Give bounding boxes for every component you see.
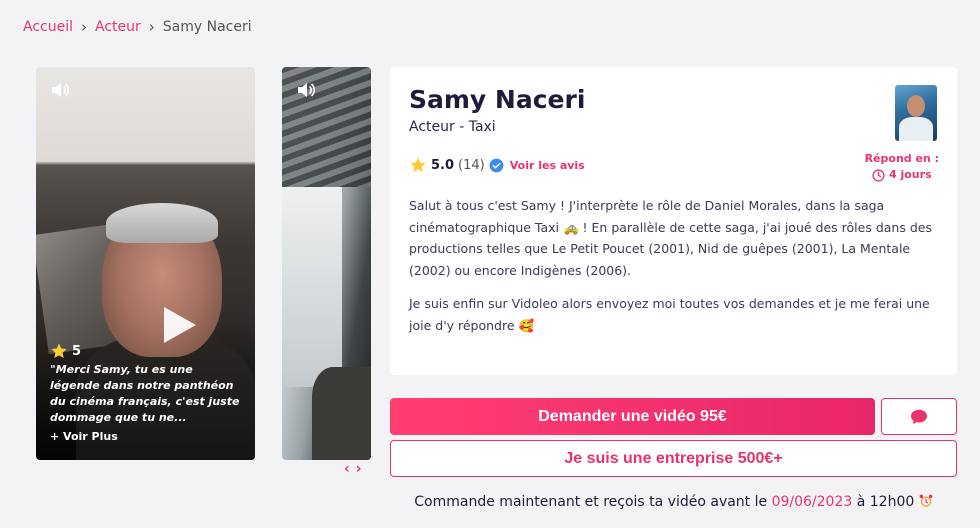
- message-button[interactable]: [881, 398, 957, 435]
- chevron-right-icon: ›: [81, 17, 87, 36]
- video-thumbnail-fabric: [282, 187, 342, 387]
- breadcrumb-home-link[interactable]: Accueil: [23, 19, 73, 35]
- video-card[interactable]: 5 "Merci Samy, tu es une légende dans no…: [36, 67, 255, 460]
- delivery-prefix: Commande maintenant et reçois ta vidéo a…: [414, 494, 768, 510]
- video-review-quote: "Merci Samy, tu es une légende dans notr…: [50, 363, 240, 424]
- verified-icon: [489, 158, 504, 172]
- response-time-value: 4 jours: [888, 168, 932, 181]
- carousel-nav: ‹ ›: [344, 461, 362, 477]
- speaker-icon[interactable]: [50, 81, 70, 99]
- profile-card: Samy Naceri Acteur - Taxi 5.0 (14) Voir …: [390, 67, 957, 375]
- video-card[interactable]: [282, 67, 371, 460]
- star-icon: [51, 343, 67, 359]
- profile-name: Samy Naceri: [409, 85, 586, 114]
- rating-summary: 5.0 (14) Voir les avis: [409, 156, 585, 174]
- chat-icon: [911, 409, 927, 424]
- video-thumbnail-shadow: [312, 367, 371, 460]
- delivery-suffix: à 12h00: [856, 494, 915, 510]
- delivery-info: Commande maintenant et reçois ta vidéo a…: [390, 494, 957, 510]
- delivery-date: 09/06/2023: [771, 494, 853, 510]
- see-more-link[interactable]: + Voir Plus: [50, 430, 118, 443]
- video-rating: 5: [50, 342, 81, 360]
- carousel-prev-button[interactable]: ‹: [344, 461, 350, 477]
- chevron-right-icon: ›: [148, 17, 155, 36]
- avatar: [895, 85, 937, 141]
- enterprise-button[interactable]: Je suis une entreprise 500€+: [390, 440, 957, 477]
- see-reviews-link[interactable]: Voir les avis: [510, 159, 585, 172]
- clock-icon: [872, 168, 885, 182]
- bio-paragraph: Salut à tous c'est Samy ! J'interprète l…: [409, 198, 932, 278]
- star-icon: [410, 157, 426, 173]
- request-video-button[interactable]: Demander une vidéo 95€: [390, 398, 875, 435]
- rating-score: 5.0: [431, 157, 455, 173]
- video-rating-value: 5: [72, 343, 82, 359]
- breadcrumb-category-link[interactable]: Acteur: [95, 19, 141, 35]
- profile-subtitle: Acteur - Taxi: [409, 119, 496, 135]
- response-time-label: Répond en :: [864, 152, 939, 165]
- speaker-icon[interactable]: [296, 81, 316, 99]
- carousel-next-button[interactable]: ›: [356, 461, 362, 477]
- video-thumbnail-hair: [106, 203, 218, 243]
- rating-count: (14): [458, 157, 485, 173]
- breadcrumb-current: Samy Naceri: [162, 19, 252, 35]
- response-time: Répond en : 4 jours: [865, 151, 939, 183]
- play-icon[interactable]: [164, 307, 196, 343]
- alarm-clock-icon: [919, 494, 933, 507]
- bio-paragraph: Je suis enfin sur Vidoleo alors envoyez …: [409, 296, 930, 333]
- profile-bio: Salut à tous c'est Samy ! J'interprète l…: [409, 195, 939, 336]
- breadcrumb: Accueil › Acteur › Samy Naceri: [23, 19, 252, 35]
